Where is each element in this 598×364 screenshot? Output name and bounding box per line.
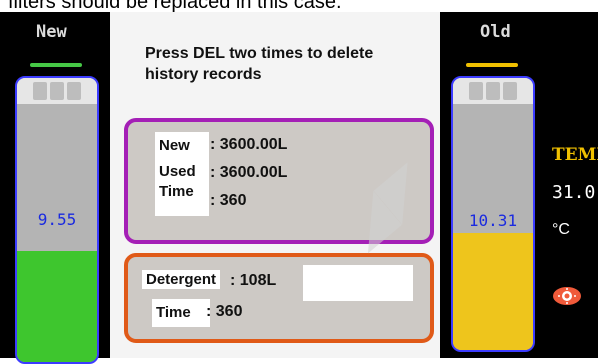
new-filter-panel: New 9.55 xyxy=(0,12,110,364)
used-volume-value: : 3600.00L xyxy=(210,164,288,181)
time-value: : 360 xyxy=(210,192,247,209)
new-volume-label: New xyxy=(159,137,190,154)
detergent-label: Detergent xyxy=(142,270,221,289)
detergent-value: : 108L xyxy=(230,272,277,289)
delete-instruction-line2: history records xyxy=(145,66,262,83)
detergent-stats-box: Detergent : 108L Time : 360 xyxy=(124,253,434,343)
detergent-time-value: : 360 xyxy=(206,303,243,320)
gear-icon[interactable] xyxy=(552,286,582,311)
new-gauge-fill xyxy=(17,251,97,362)
time-label: Time xyxy=(159,183,194,200)
old-gauge-head xyxy=(453,78,533,104)
new-gauge-value: 9.55 xyxy=(37,210,77,229)
new-volume-value: : 3600.00L xyxy=(210,136,288,153)
temperature-unit: °C xyxy=(552,221,570,238)
blank-field xyxy=(303,265,413,301)
used-volume-label: Used xyxy=(159,163,196,180)
old-filter-gauge: 10.31 xyxy=(451,76,535,352)
old-gauge-title: Old xyxy=(480,22,511,42)
temperature-value: 31.0 xyxy=(552,182,596,203)
new-filter-gauge: 9.55 xyxy=(15,76,99,364)
volume-stats-box: New : 3600.00L Used : 3600.00L Time : 36… xyxy=(124,118,434,244)
temperature-label: TEMP xyxy=(552,145,598,165)
delete-instruction: Press DEL two times to delete history re… xyxy=(145,43,425,85)
old-gauge-cap-indicator xyxy=(466,63,518,67)
detergent-time-label: Time xyxy=(152,299,210,327)
new-gauge-cap-indicator xyxy=(30,63,82,67)
new-gauge-title: New xyxy=(36,22,67,42)
new-gauge-head xyxy=(17,78,97,104)
delete-instruction-line1: Press DEL two times to delete xyxy=(145,45,374,62)
old-gauge-fill xyxy=(453,233,533,350)
old-gauge-value: 10.31 xyxy=(468,211,518,230)
